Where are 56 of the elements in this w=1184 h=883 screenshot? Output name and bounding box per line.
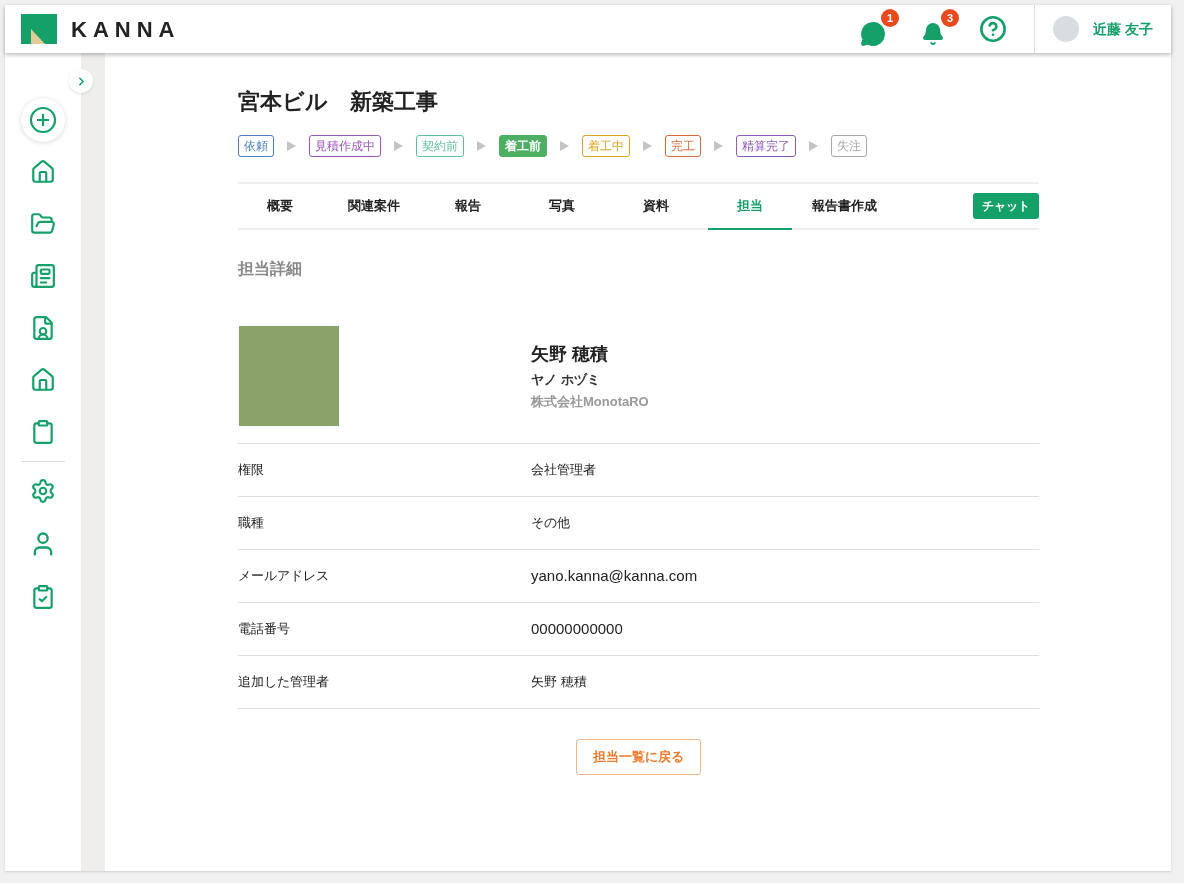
tab[interactable]: 写真 (520, 184, 604, 230)
home-icon[interactable] (30, 159, 56, 185)
company-name: 株式会社MonotaRO (531, 392, 649, 411)
detail-value: yano.kanna@kanna.com (531, 565, 698, 586)
detail-value: 会社管理者 (531, 461, 596, 480)
arrow-right-icon (714, 141, 723, 151)
messages-button[interactable]: 1 (859, 9, 900, 49)
add-button[interactable] (21, 98, 65, 142)
arrow-right-icon (560, 141, 569, 151)
detail-value: その他 (531, 514, 570, 533)
tab[interactable]: 概要 (238, 184, 322, 230)
person-name: 矢野 穂積 (531, 343, 609, 366)
detail-value: 00000000000 (531, 618, 623, 639)
tab[interactable]: 報告 (426, 184, 510, 230)
folder-icon[interactable] (30, 211, 56, 237)
settings-icon[interactable] (30, 478, 56, 504)
status-chip: 契約前 (416, 135, 464, 157)
detail-label: メールアドレス (238, 567, 330, 586)
clipboard-check-icon[interactable] (30, 584, 56, 610)
status-chip: 着工中 (582, 135, 630, 157)
detail-label: 追加した管理者 (238, 673, 330, 692)
detail-label: 電話番号 (238, 620, 291, 639)
notification-button[interactable]: 3 (919, 9, 960, 49)
status-chip: 依頼 (238, 135, 274, 157)
status-chip: 見積作成中 (309, 135, 381, 157)
detail-label: 権限 (238, 461, 265, 480)
tab[interactable]: 資料 (614, 184, 698, 230)
status-chip: 完工 (665, 135, 701, 157)
status-chip: 精算完了 (736, 135, 796, 157)
detail-label: 職種 (238, 514, 265, 533)
arrow-right-icon (394, 141, 403, 151)
clipboard-icon[interactable] (30, 419, 56, 445)
arrow-right-icon (287, 141, 296, 151)
chat-icon (860, 21, 887, 47)
bell-icon (921, 22, 946, 46)
plus-circle-icon (29, 106, 57, 134)
arrow-right-icon (643, 141, 652, 151)
status-chip: 着工前 (499, 135, 547, 157)
tab[interactable]: 関連案件 (332, 184, 416, 230)
logo-icon (21, 14, 57, 44)
detail-value: 矢野 穂積 (531, 673, 587, 692)
person-kana: ヤノ ホヅミ (531, 371, 601, 389)
arrow-right-icon (477, 141, 486, 151)
person-document-icon[interactable] (30, 315, 56, 341)
notification-count-badge: 3 (941, 9, 960, 27)
arrow-right-icon (809, 141, 818, 151)
avatar-placeholder (1053, 16, 1080, 42)
logo-text: KANNA (71, 15, 181, 44)
status-chip: 失注 (831, 135, 867, 157)
project-title: 宮本ビル 新築工事 (238, 91, 439, 113)
help-icon[interactable] (979, 15, 1008, 43)
document-list-icon[interactable] (30, 263, 56, 289)
tab[interactable]: 報告書作成 (802, 184, 886, 230)
section-title: 担当詳細 (238, 259, 303, 279)
chat-count-badge: 1 (881, 9, 900, 27)
expand-button[interactable] (69, 69, 93, 93)
